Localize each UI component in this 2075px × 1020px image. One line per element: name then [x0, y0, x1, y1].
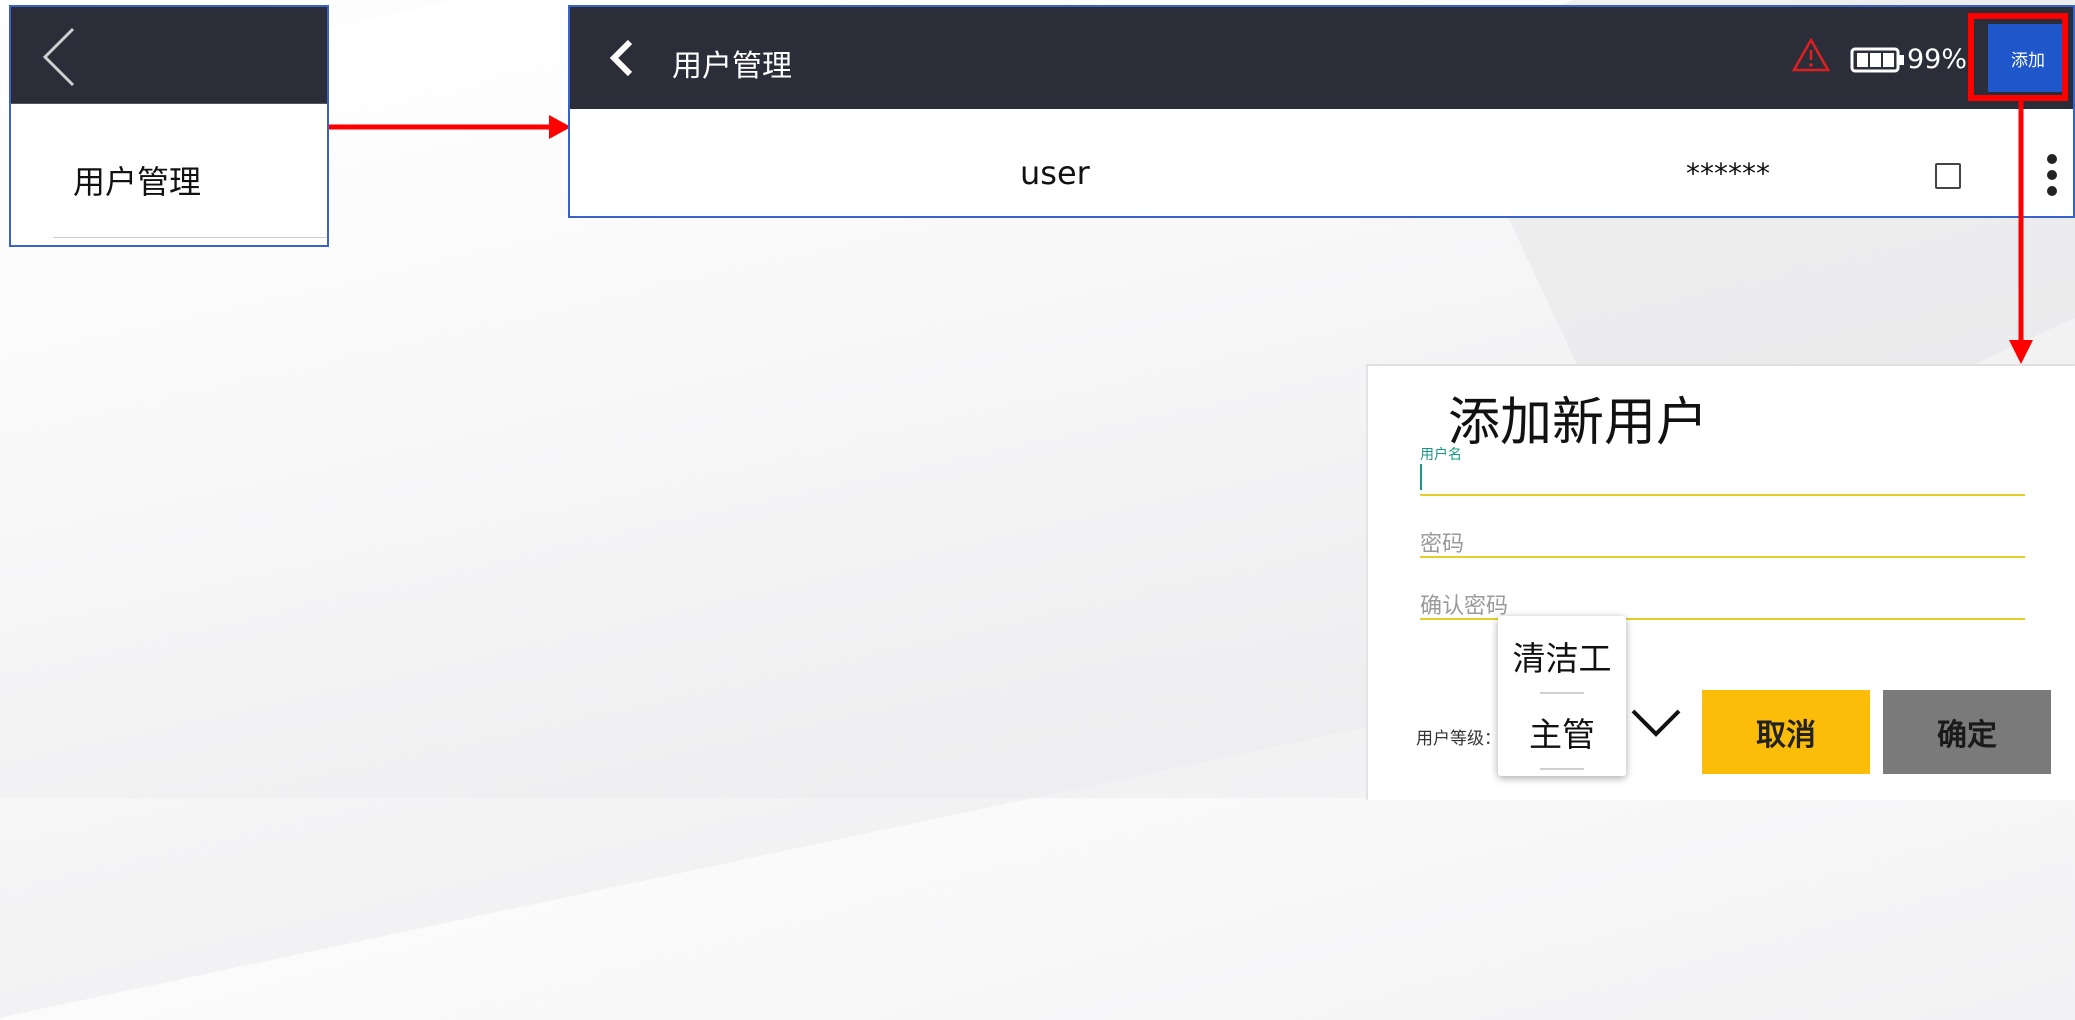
- picker-divider: [1540, 692, 1584, 694]
- add-user-dialog: 添加新用户 用户名 密码 确认密码 用户等级： 清洁工 主管 取消 确定: [1366, 364, 2075, 800]
- warning-icon[interactable]: [1791, 37, 1831, 76]
- menu-header: [11, 7, 327, 104]
- cancel-button[interactable]: 取消: [1702, 690, 1870, 774]
- confirm-password-placeholder: 确认密码: [1420, 594, 1509, 619]
- battery-icon: [1850, 47, 1906, 77]
- divider: [53, 237, 327, 238]
- back-icon[interactable]: [41, 27, 77, 91]
- more-vert-icon[interactable]: [2044, 153, 2060, 201]
- password-field[interactable]: 密码: [1420, 518, 2025, 558]
- user-management-screen: 用户管理 99% 添加 user ******: [568, 5, 2075, 218]
- app-header: 用户管理 99% 添加: [570, 7, 2073, 109]
- menu-item-user-management[interactable]: 用户管理: [73, 157, 201, 203]
- add-button-highlight: [1968, 13, 2068, 101]
- username-cell: user: [1020, 154, 1090, 192]
- user-level-picker[interactable]: 清洁工 主管: [1498, 616, 1626, 776]
- flow-arrow-down: [2009, 100, 2033, 364]
- back-icon[interactable]: [606, 38, 636, 82]
- level-option-cleaner[interactable]: 清洁工: [1498, 632, 1626, 680]
- battery-percent: 99%: [1907, 44, 1968, 75]
- password-cell: ******: [1686, 157, 1770, 190]
- menu-screen: 用户管理: [9, 5, 329, 247]
- username-label: 用户名: [1420, 447, 1462, 463]
- user-level-label: 用户等级：: [1416, 729, 1501, 749]
- flow-arrow: [329, 115, 571, 139]
- confirm-password-field[interactable]: 确认密码: [1420, 580, 2025, 620]
- confirm-button[interactable]: 确定: [1883, 690, 2051, 774]
- table-row[interactable]: user ******: [570, 109, 2073, 216]
- password-placeholder: 密码: [1420, 532, 1465, 557]
- username-field[interactable]: 用户名: [1420, 447, 2025, 496]
- level-option-supervisor[interactable]: 主管: [1498, 708, 1626, 756]
- page-title: 用户管理: [672, 49, 792, 84]
- chevron-down-icon[interactable]: [1630, 708, 1682, 742]
- row-checkbox[interactable]: [1935, 163, 1961, 189]
- picker-divider: [1540, 768, 1584, 770]
- text-cursor: [1420, 464, 1422, 490]
- dialog-title: 添加新用户: [1448, 393, 1709, 453]
